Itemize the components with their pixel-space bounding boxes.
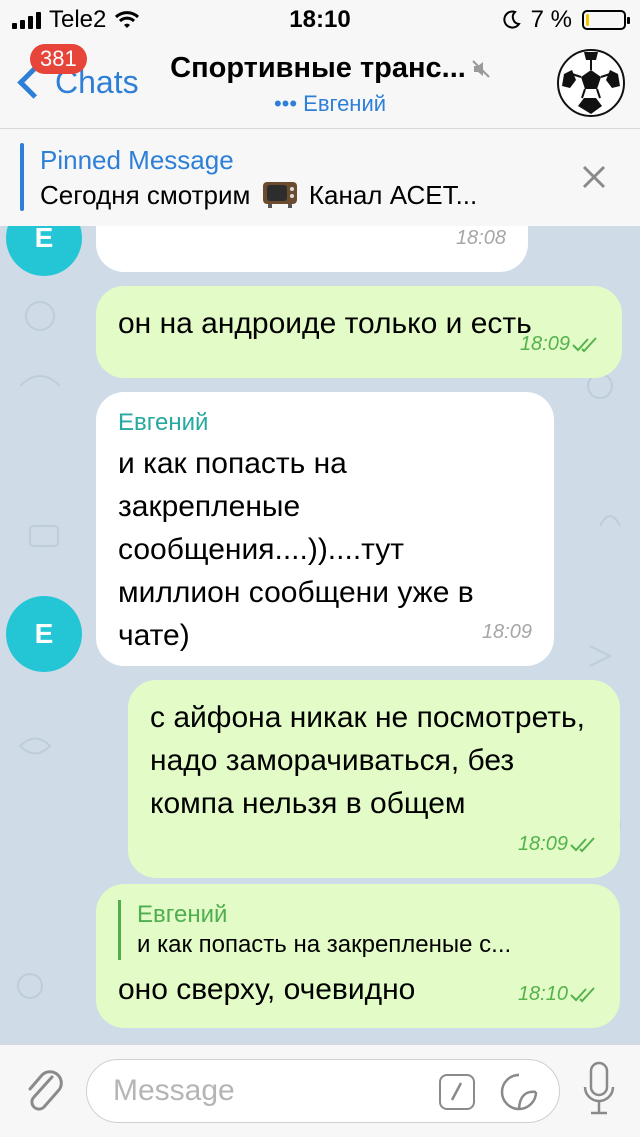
message-bubble-outgoing[interactable]: Евгений и как попасть на закрепленые с..… [96, 884, 620, 1028]
pinned-title: Pinned Message [40, 145, 234, 175]
chat-subtitle: ••• Евгений [150, 91, 510, 117]
muted-speaker-icon [472, 60, 490, 79]
message-input[interactable]: Message [86, 1059, 560, 1123]
message-meta: 18:09 [518, 823, 598, 866]
sticker-icon[interactable] [499, 1072, 539, 1112]
pinned-message[interactable]: Pinned Message Сегодня смотрим Канал АСЕ… [0, 128, 640, 228]
pinned-text: Сегодня смотрим Канал АСЕТ... [40, 179, 477, 211]
soccer-ball-icon[interactable] [556, 48, 626, 118]
message-time: 18:08 [455, 227, 506, 249]
composer: Message [0, 1044, 640, 1137]
close-icon[interactable] [578, 161, 610, 193]
message-time: 18:09 [517, 833, 568, 855]
unread-badge: 381 [30, 44, 87, 74]
message-time: 18:09 [481, 621, 532, 643]
double-check-read-icon [570, 986, 595, 1002]
avatar[interactable]: E [6, 596, 82, 672]
message-bubble-outgoing[interactable]: он на андроиде только и есть 18:09 [96, 286, 622, 378]
double-check-read-icon [570, 836, 595, 852]
bot-command-icon[interactable] [439, 1074, 475, 1110]
message-time: 18:09 [519, 333, 570, 355]
typing-indicator: ••• [273, 91, 298, 116]
battery-percent: 7 % [530, 6, 572, 33]
message-sender: Евгений [118, 409, 209, 436]
message-meta: 18:10 [518, 973, 598, 1016]
reply-sender: Евгений [137, 901, 228, 928]
pinned-text-before: Сегодня смотрим [40, 180, 251, 210]
message-bubble-outgoing[interactable]: с айфона никак не посмотреть, надо замор… [128, 680, 620, 878]
paperclip-icon[interactable] [22, 1067, 66, 1115]
status-right: 7 % [501, 6, 630, 34]
pinned-accent-bar [20, 143, 24, 211]
chat-title: Спортивные транс... [150, 52, 510, 85]
battery-level [586, 14, 589, 26]
pinned-text-after: Канал АСЕТ... [308, 180, 478, 210]
message-text: и как попасть на закрепленые сообщения..… [118, 447, 474, 652]
chat-header: Chats 381 Спортивные транс... ••• Евгени… [0, 40, 640, 128]
message-time: 18:10 [517, 983, 568, 1005]
tv-icon [262, 182, 297, 208]
typing-user: Евгений [303, 91, 387, 116]
message-placeholder: Message [113, 1074, 235, 1107]
microphone-icon[interactable] [582, 1061, 616, 1121]
chat-title-text: Спортивные транс... [170, 52, 466, 84]
chat-title-area[interactable]: Спортивные транс... ••• Евгений [150, 52, 510, 117]
message-list[interactable]: E 18:08 он на андроиде только и есть 18:… [0, 226, 640, 1044]
message-meta: 18:09 [520, 323, 600, 366]
message-bubble-incoming[interactable]: Евгений и как попасть на закрепленые соо… [96, 392, 554, 666]
reply-text: и как попасть на закрепленые с... [137, 931, 512, 958]
message-bubble-incoming[interactable]: 18:08 [96, 226, 528, 272]
do-not-disturb-moon-icon [503, 10, 521, 29]
status-bar: Tele2 18:10 7 % [0, 0, 640, 40]
double-check-read-icon [572, 336, 597, 352]
reply-preview[interactable]: Евгений и как попасть на закрепленые с..… [118, 900, 598, 960]
battery-icon [582, 10, 630, 30]
message-text: с айфона никак не посмотреть, надо замор… [150, 701, 585, 820]
